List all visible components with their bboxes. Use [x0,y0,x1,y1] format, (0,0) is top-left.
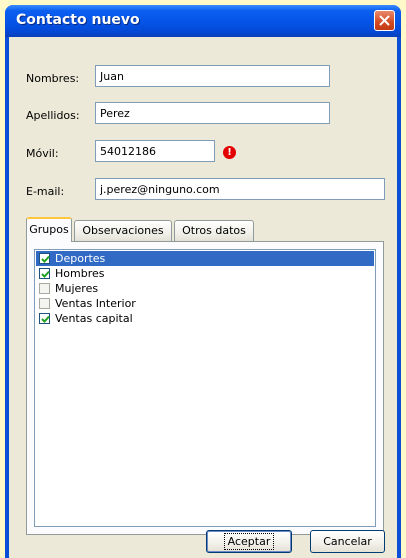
close-button[interactable] [374,10,395,31]
nombres-label: Nombres: [26,72,80,85]
title-bar[interactable]: Contacto nuevo [5,5,401,37]
checkmark-icon [41,255,50,263]
list-item[interactable]: Mujeres [36,281,374,296]
list-item-label: Deportes [55,252,106,265]
list-item[interactable]: Ventas Interior [36,296,374,311]
checkbox[interactable] [39,298,50,309]
tab-label: Observaciones [82,224,164,237]
accept-button[interactable]: Aceptar [206,530,292,553]
grupos-panel: Deportes Hombres Mujeres Ventas Interior [26,241,384,535]
list-item-label: Ventas Interior [55,297,136,310]
checkbox[interactable] [39,283,50,294]
dialog-body: Nombres: Juan Apellidos: Perez Móvil: 54… [9,37,397,558]
exclamation-icon: ! [223,146,236,159]
movil-field[interactable]: 54012186 [95,140,215,162]
nombres-field[interactable]: Juan [95,65,330,87]
email-label: E-mail: [26,185,65,198]
tab-grupos[interactable]: Grupos [26,217,72,242]
checkmark-icon [41,315,50,323]
close-icon [379,15,390,26]
checkmark-icon [41,270,50,278]
checkbox[interactable] [39,268,50,279]
email-field[interactable]: j.perez@ninguno.com [95,178,385,200]
movil-label: Móvil: [26,147,59,160]
cancel-button-label: Cancelar [323,535,372,548]
apellidos-label: Apellidos: [26,109,80,122]
accept-button-label: Aceptar [223,533,275,550]
tab-label: Otros datos [182,224,246,237]
tab-label: Grupos [29,223,69,236]
checkbox[interactable] [39,313,50,324]
cancel-button[interactable]: Cancelar [310,530,385,553]
dialog-window: Contacto nuevo Nombres: Juan Apellidos: … [5,5,401,558]
tab-otros-datos[interactable]: Otros datos [174,220,254,241]
list-item-label: Hombres [55,267,105,280]
list-item-label: Ventas capital [55,312,133,325]
groups-list[interactable]: Deportes Hombres Mujeres Ventas Interior [34,249,376,527]
window-title: Contacto nuevo [16,12,140,28]
list-item[interactable]: Hombres [36,266,374,281]
tab-observaciones[interactable]: Observaciones [74,220,172,241]
list-item[interactable]: Deportes [36,251,374,266]
checkbox[interactable] [39,253,50,264]
list-item[interactable]: Ventas capital [36,311,374,326]
apellidos-field[interactable]: Perez [95,102,330,124]
list-item-label: Mujeres [55,282,99,295]
